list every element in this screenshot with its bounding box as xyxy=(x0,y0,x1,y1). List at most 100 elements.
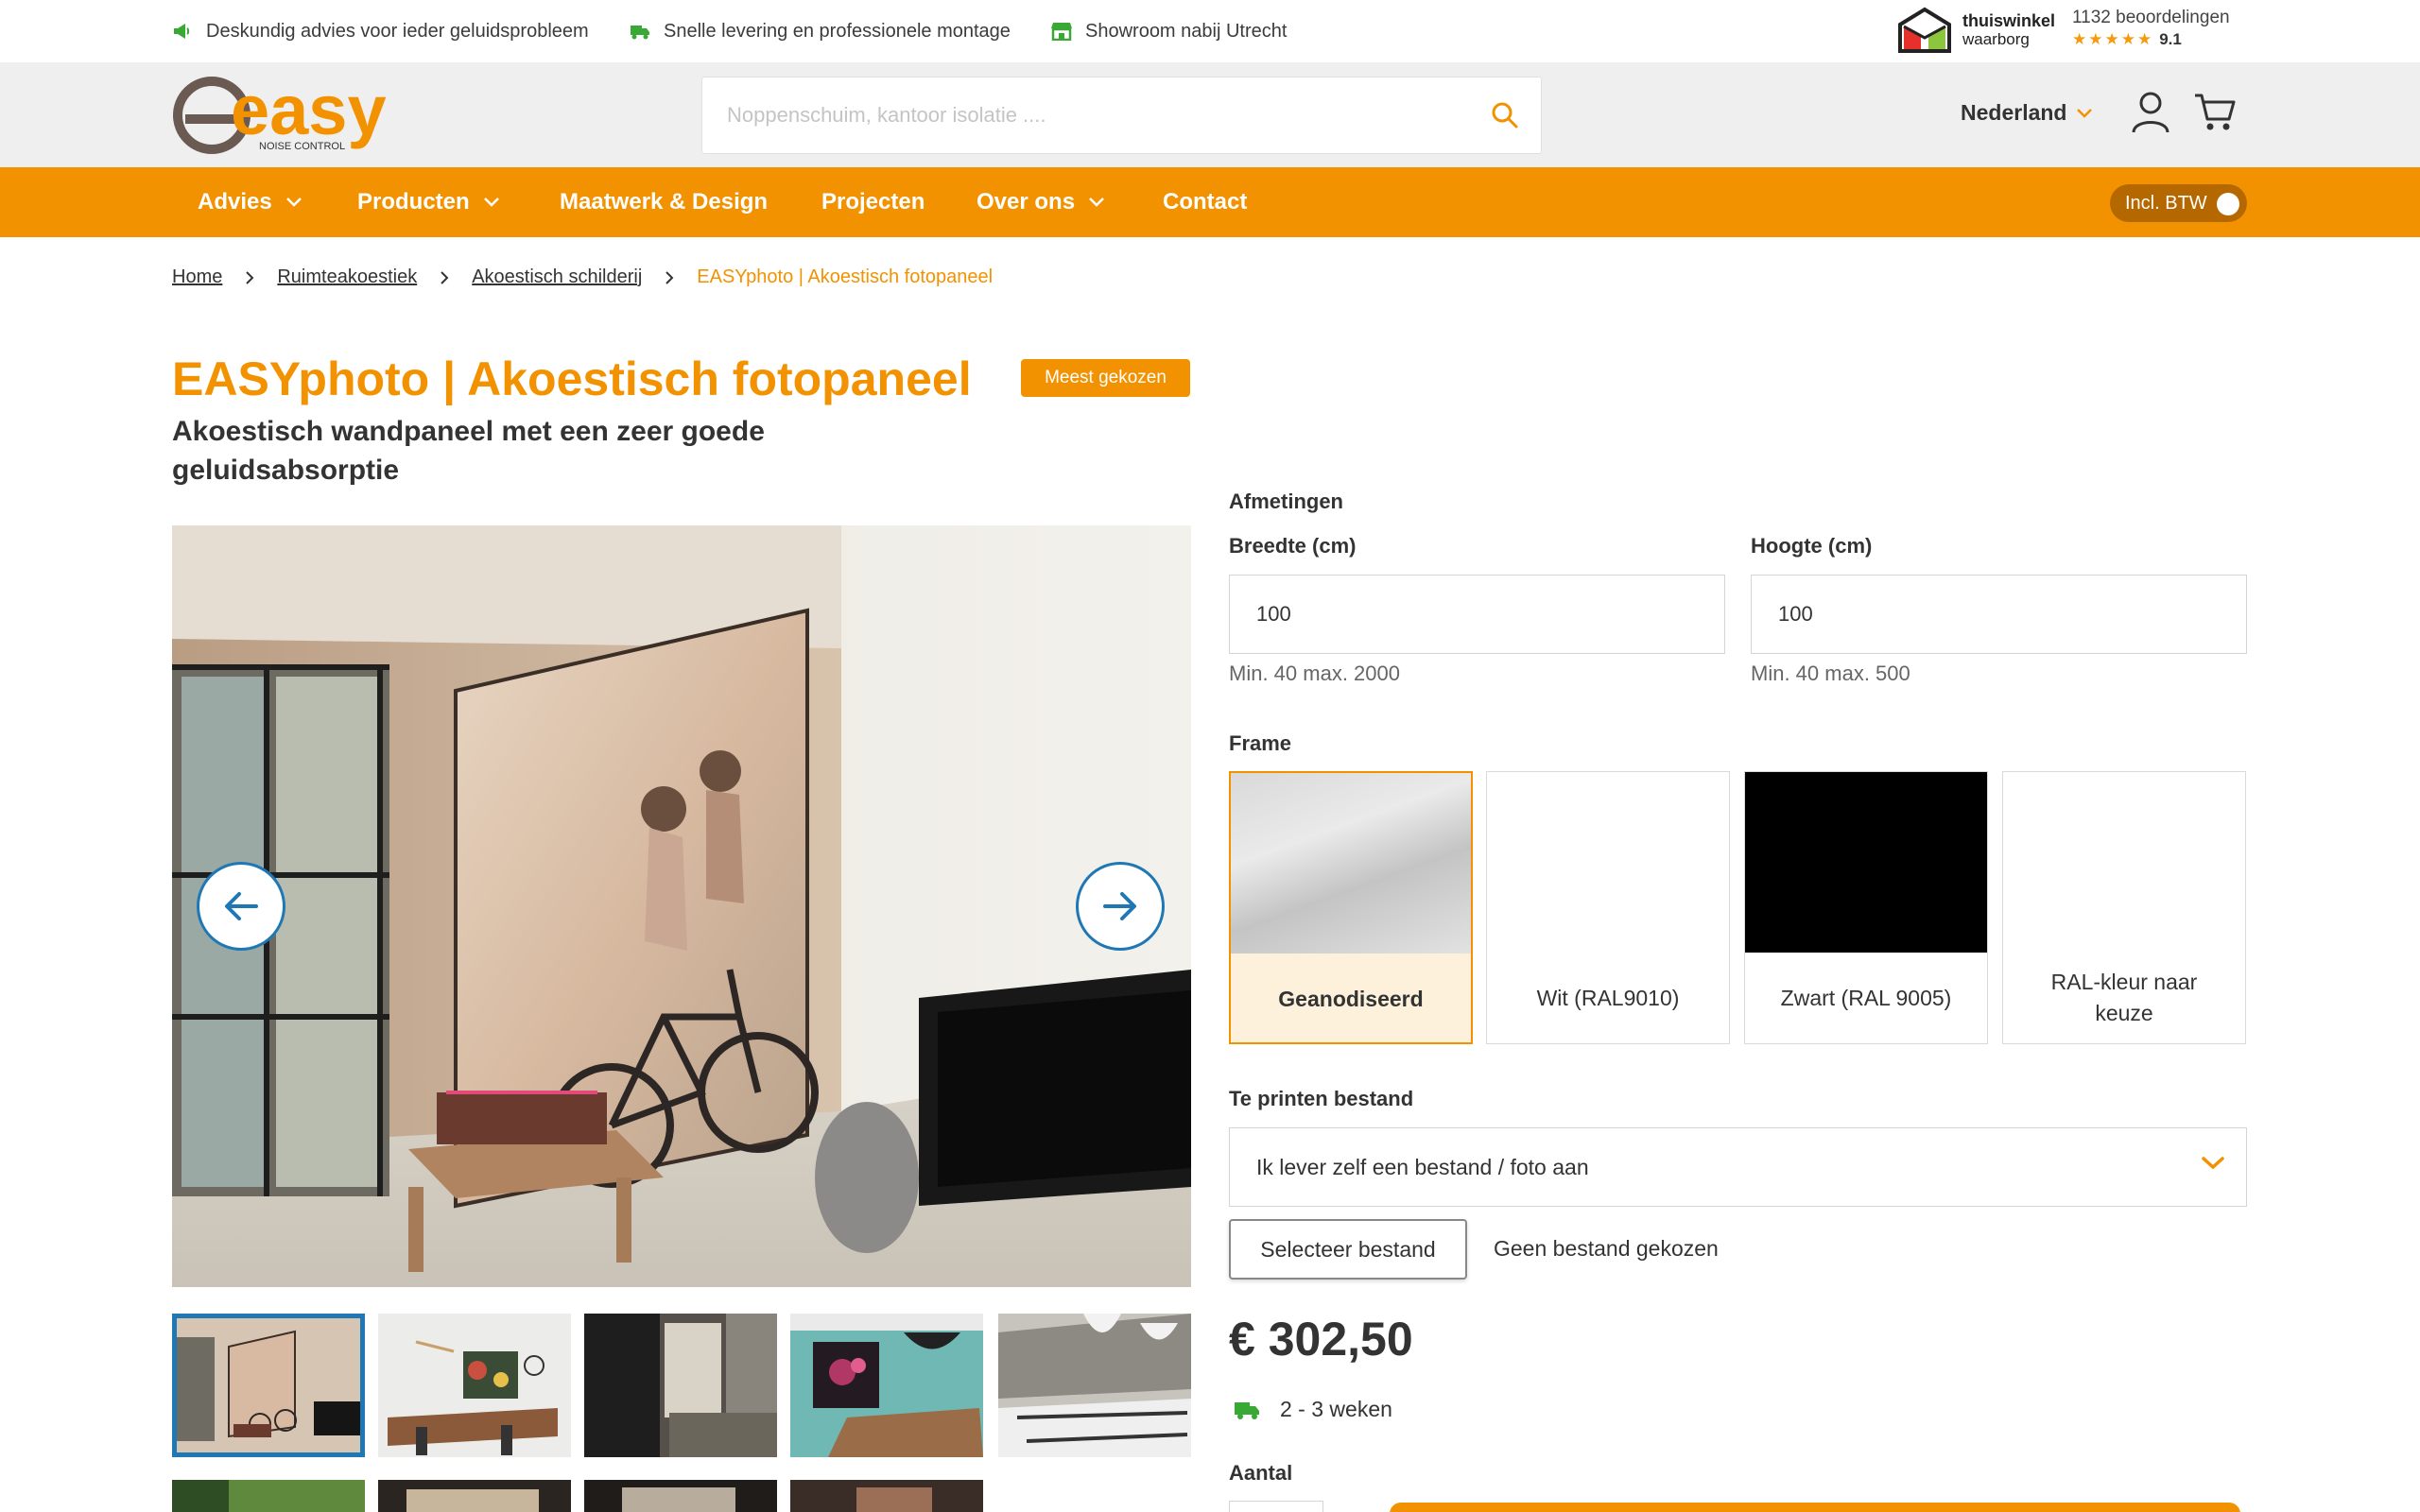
frame-option-label: Wit (RAL9010) xyxy=(1536,985,1680,1010)
print-file-select[interactable]: Ik lever zelf een bestand / foto aan xyxy=(1229,1127,2247,1207)
account-icon[interactable] xyxy=(2131,91,2170,134)
thuiswinkel-badge[interactable]: thuiswinkel waarborg xyxy=(1896,2,2055,59)
vat-toggle-label: Incl. BTW xyxy=(2125,192,2207,214)
nav-maatwerk[interactable]: Maatwerk & Design xyxy=(560,167,768,237)
gallery-thumbnail[interactable] xyxy=(172,1314,365,1457)
arrow-left-icon xyxy=(225,892,258,920)
gallery-thumbnail[interactable] xyxy=(172,1480,365,1512)
usp-delivery-text: Snelle levering en professionele montage xyxy=(664,20,1011,42)
most-chosen-badge: Meest gekozen xyxy=(1021,359,1190,397)
toggle-knob xyxy=(2217,193,2239,215)
width-hint: Min. 40 max. 2000 xyxy=(1229,662,1400,685)
quantity-label: Aantal xyxy=(1229,1461,1293,1485)
product-main-image[interactable] xyxy=(172,525,1191,1287)
print-file-selected: Ik lever zelf een bestand / foto aan xyxy=(1256,1154,1589,1179)
review-summary[interactable]: 1132 beoordelingen ★★★★★ 9.1 xyxy=(2072,8,2261,49)
frame-option-label: Zwart (RAL 9005) xyxy=(1780,985,1952,1010)
quantity-input[interactable] xyxy=(1229,1501,1323,1512)
main-nav: Advies Producten Maatwerk & Design Proje… xyxy=(0,167,2420,237)
nav-contact[interactable]: Contact xyxy=(1163,167,1247,237)
usp-showroom-text: Showroom nabij Utrecht xyxy=(1085,20,1288,42)
chevron-down-icon xyxy=(483,198,499,207)
chevron-down-icon xyxy=(2202,1157,2224,1170)
gallery-thumbnail[interactable] xyxy=(998,1314,1191,1457)
gallery-thumbnail[interactable] xyxy=(790,1480,983,1512)
nav-over-ons[interactable]: Over ons xyxy=(977,167,1105,237)
frame-option-black[interactable]: Zwart (RAL 9005) xyxy=(1744,771,1988,1044)
usp-delivery: Snelle levering en professionele montage xyxy=(630,19,1011,43)
usp-advice: Deskundig advies voor ieder geluidsprobl… xyxy=(172,19,589,43)
print-file-label: Te printen bestand xyxy=(1229,1087,1414,1110)
search-bar xyxy=(701,77,1542,154)
gallery-thumbnail[interactable] xyxy=(790,1314,983,1457)
gallery-next-button[interactable] xyxy=(1076,862,1165,951)
easy-logo[interactable]: easy NOISE CONTROL xyxy=(172,72,389,157)
breadcrumb-schilderij[interactable]: Akoestisch schilderij xyxy=(472,266,642,288)
delivery-truck-icon xyxy=(1235,1401,1259,1419)
breadcrumb-home[interactable]: Home xyxy=(172,266,222,288)
gallery-prev-button[interactable] xyxy=(197,862,285,951)
nav-producten[interactable]: Producten xyxy=(357,167,500,237)
usp-bar: Deskundig advies voor ieder geluidsprobl… xyxy=(0,0,2420,62)
white-swatch xyxy=(1487,772,1729,953)
rating-stars: ★★★★★ 9.1 xyxy=(2072,30,2261,49)
megaphone-icon xyxy=(172,21,193,42)
select-file-button[interactable]: Selecteer bestand xyxy=(1229,1219,1467,1280)
country-label: Nederland xyxy=(1961,100,2067,125)
usp-advice-text: Deskundig advies voor ieder geluidsprobl… xyxy=(206,20,589,42)
product-price: € 302,50 xyxy=(1229,1313,1413,1366)
search-icon[interactable] xyxy=(1490,100,1520,130)
country-selector[interactable]: Nederland xyxy=(1961,100,2093,126)
gallery-thumbnail[interactable] xyxy=(584,1480,777,1512)
chevron-down-icon xyxy=(285,198,302,207)
chevron-right-icon xyxy=(665,270,674,285)
logo-wordmark: easy xyxy=(231,72,387,149)
thuiswinkel-subtitle: waarborg xyxy=(1962,30,2030,48)
width-label: Breedte (cm) xyxy=(1229,534,1357,558)
nav-advies-label: Advies xyxy=(198,189,272,215)
gallery-thumbnail[interactable] xyxy=(584,1314,777,1457)
dimensions-label: Afmetingen xyxy=(1229,490,1343,513)
nav-projecten[interactable]: Projecten xyxy=(821,167,925,237)
breadcrumb: Home Ruimteakoestiek Akoestisch schilder… xyxy=(172,266,993,288)
chevron-right-icon xyxy=(245,270,254,285)
delivery-truck-icon xyxy=(630,21,650,42)
frame-label: Frame xyxy=(1229,731,1292,755)
product-subtitle: Akoestisch wandpaneel met een zeer goede… xyxy=(172,416,765,486)
breadcrumb-current: EASYphoto | Akoestisch fotopaneel xyxy=(697,266,994,287)
chevron-down-icon xyxy=(2077,108,2093,118)
nav-projecten-label: Projecten xyxy=(821,189,925,215)
anodized-swatch xyxy=(1231,773,1471,954)
width-input[interactable] xyxy=(1230,576,1724,653)
logo-tagline: NOISE CONTROL xyxy=(259,141,345,152)
arrow-right-icon xyxy=(1103,892,1136,920)
file-status: Geen bestand gekozen xyxy=(1494,1236,1719,1261)
nav-contact-label: Contact xyxy=(1163,189,1248,215)
delivery-time: 2 - 3 weken xyxy=(1233,1397,1392,1422)
search-input[interactable] xyxy=(727,77,1464,153)
thuiswinkel-name: thuiswinkel waarborg xyxy=(1962,12,2055,49)
nav-maatwerk-label: Maatwerk & Design xyxy=(560,189,769,215)
nav-advies[interactable]: Advies xyxy=(198,167,302,237)
frame-option-white[interactable]: Wit (RAL9010) xyxy=(1486,771,1730,1044)
height-label: Hoogte (cm) xyxy=(1751,534,1873,558)
chevron-down-icon xyxy=(1089,198,1104,207)
vat-toggle[interactable]: Incl. BTW xyxy=(2110,184,2247,222)
delivery-time-text: 2 - 3 weken xyxy=(1280,1397,1392,1421)
cart-icon[interactable] xyxy=(2193,93,2237,132)
width-field xyxy=(1229,575,1725,654)
black-swatch xyxy=(1745,772,1987,953)
breadcrumb-ruimteakoestiek[interactable]: Ruimteakoestiek xyxy=(277,266,417,288)
add-to-cart-button[interactable] xyxy=(1390,1503,2240,1512)
gallery-thumbnail[interactable] xyxy=(378,1314,571,1457)
height-input[interactable] xyxy=(1752,576,2246,653)
store-icon xyxy=(1051,21,1072,42)
frame-option-anodized[interactable]: Geanodiseerd xyxy=(1229,771,1473,1044)
frame-option-ral[interactable]: RAL-kleur naar keuze xyxy=(2002,771,2246,1044)
nav-producten-label: Producten xyxy=(357,189,470,215)
thuiswinkel-logo-icon xyxy=(1898,7,1951,53)
gallery-thumbnail[interactable] xyxy=(378,1480,571,1512)
star-rating-icon: ★★★★★ xyxy=(2072,30,2154,48)
usp-showroom: Showroom nabij Utrecht xyxy=(1051,19,1287,43)
height-hint: Min. 40 max. 500 xyxy=(1751,662,1910,685)
